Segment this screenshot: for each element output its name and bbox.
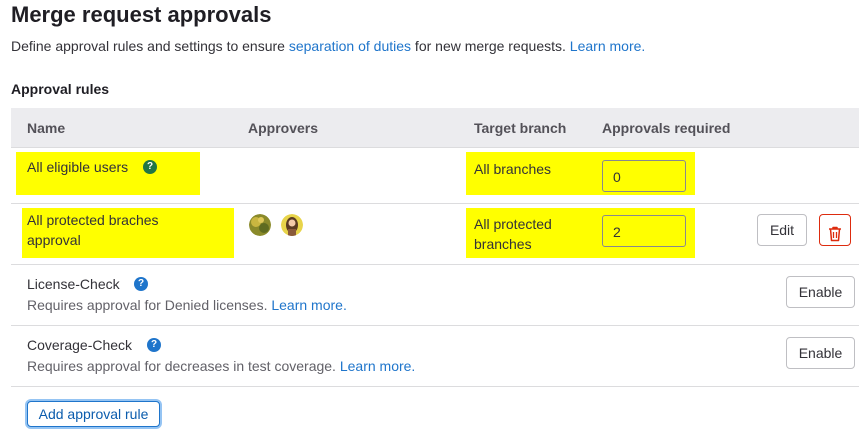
license-check-description: Requires approval for Denied licenses. L… [27,297,347,313]
approvals-required-input[interactable]: 0 [602,160,686,192]
description-text: Define approval rules and settings to en… [11,38,289,54]
description-text: Requires approval for Denied licenses. [27,297,272,313]
learn-more-link[interactable]: Learn more. [271,297,346,313]
page-title: Merge request approvals [11,2,272,27]
rule-target-branch: All branches [474,161,552,177]
row-divider [11,203,859,204]
branch-line: branches [474,236,532,252]
column-header-approvers: Approvers [248,120,319,136]
branch-line: All protected [474,216,552,232]
column-header-name: Name [27,120,66,136]
row-divider [11,264,859,265]
rule-name: All eligible users [27,159,129,175]
learn-more-link[interactable]: Learn more. [570,38,645,54]
row-divider [11,325,859,326]
question-circle-icon[interactable]: ? [134,277,148,291]
question-circle-icon[interactable]: ? [143,160,157,174]
license-check-name: License-Check [27,276,120,292]
license-check-enable-button[interactable]: Enable [786,276,855,308]
description-text-suffix: for new merge requests. [411,38,570,54]
learn-more-link[interactable]: Learn more. [340,358,415,374]
coverage-check-name: Coverage-Check [27,337,133,353]
question-circle-icon[interactable]: ? [147,338,161,352]
edit-button[interactable]: Edit [757,214,807,246]
separation-of-duties-link[interactable]: separation of duties [289,38,411,54]
column-header-approvals-required: Approvals required [602,120,731,136]
delete-button[interactable] [819,214,851,246]
approvals-required-input[interactable]: 2 [602,215,686,247]
rule-target-branch: All protected branches [474,214,552,254]
trash-icon [828,222,842,252]
rule-name: All protected braches approval [27,210,159,250]
approver-avatar[interactable] [249,214,271,236]
approval-rules-heading: Approval rules [11,81,110,97]
row-divider [11,386,859,387]
approver-avatar[interactable] [281,214,303,236]
column-header-target-branch: Target branch [474,120,567,136]
table-header: Name Approvers Target branch Approvals r… [11,108,859,148]
coverage-check-enable-button[interactable]: Enable [786,337,855,369]
add-approval-rule-button[interactable]: Add approval rule [27,401,160,427]
description-text: Requires approval for decreases in test … [27,358,340,374]
coverage-check-description: Requires approval for decreases in test … [27,358,415,374]
rule-name-line: All protected braches [27,212,159,228]
rule-name-line: approval [27,232,81,248]
page-description: Define approval rules and settings to en… [11,38,645,54]
